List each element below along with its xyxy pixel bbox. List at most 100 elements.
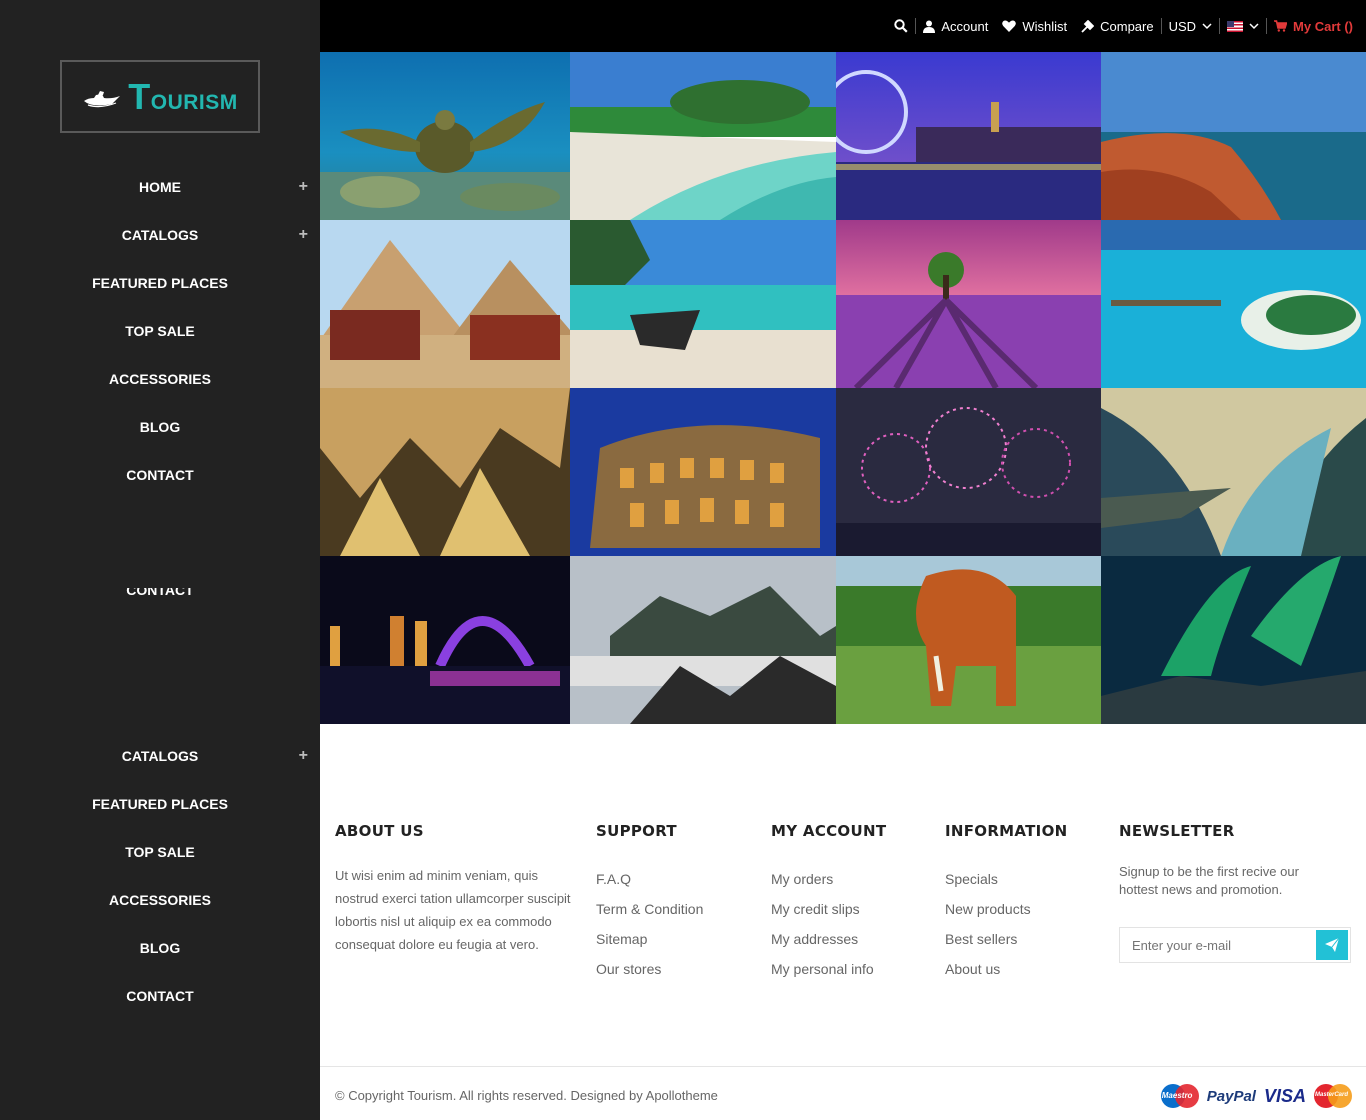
nav-item-label: ACCESSORIES [109, 371, 211, 387]
gallery-tile-london-eye-night[interactable] [836, 52, 1101, 220]
account-link[interactable]: Account [916, 19, 995, 34]
footer-bottom-bar: © Copyright Tourism. All rights reserved… [320, 1066, 1366, 1120]
newsletter-submit-button[interactable] [1316, 930, 1348, 960]
newsletter-email-input[interactable] [1120, 928, 1316, 962]
footer-link-our-stores[interactable]: Our stores [596, 954, 703, 984]
footer-support: SUPPORT F.A.Q Term & Condition Sitemap Our … [596, 822, 703, 984]
nav-item-blog[interactable]: BLOG [0, 403, 320, 451]
about-heading: ABOUT US [335, 822, 424, 840]
wishlist-link[interactable]: Wishlist [995, 19, 1074, 34]
nav2-item-top-sale[interactable]: TOP SALE [0, 828, 320, 876]
footer-link-term-condition[interactable]: Term & Condition [596, 894, 703, 924]
footer-link-sitemap[interactable]: Sitemap [596, 924, 703, 954]
footer-link-best-sellers[interactable]: Best sellers [945, 924, 1067, 954]
nav-item-label: FEATURED PLACES [92, 275, 228, 291]
nav-ghost-item: CONTACT [126, 588, 194, 598]
nav-item-label: TOP SALE [125, 844, 195, 860]
my-account-links: My orders My credit slips My addresses My p… [771, 864, 886, 984]
nav2-item-contact[interactable]: CONTACT [0, 972, 320, 1020]
nav-item-contact[interactable]: CONTACT [0, 451, 320, 499]
footer-link-my-orders[interactable]: My orders [771, 864, 886, 894]
language-selector[interactable] [1220, 20, 1266, 32]
account-label: Account [941, 18, 989, 34]
nav2-item-featured-places[interactable]: FEATURED PLACES [0, 780, 320, 828]
footer-link-my-personal-info[interactable]: My personal info [771, 954, 886, 984]
compare-icon [1081, 19, 1095, 33]
chevron-down-icon [1202, 22, 1212, 29]
nav-item-label: TOP SALE [125, 323, 195, 339]
currency-label: USD [1168, 18, 1197, 34]
expand-plus-icon[interactable]: + [299, 747, 308, 765]
gallery-tile-tropical-beach[interactable] [570, 52, 836, 220]
nav2-item-accessories[interactable]: ACCESSORIES [0, 876, 320, 924]
footer-link-my-addresses[interactable]: My addresses [771, 924, 886, 954]
nav-item-label: BLOG [139, 940, 181, 956]
visa-logo: VISA [1263, 1085, 1306, 1106]
destination-gallery [320, 52, 1366, 724]
support-heading: SUPPORT [596, 822, 677, 840]
heart-icon [1002, 20, 1017, 32]
footer-about: ABOUT US Ut wisi enim ad minim veniam, q… [335, 822, 571, 956]
support-links: F.A.Q Term & Condition Sitemap Our stores [596, 864, 703, 984]
us-flag-icon [1227, 20, 1244, 32]
sidebar: TOURISM HOME + CATALOGS + FEATURED PLACES TOP… [0, 0, 320, 1120]
footer-link-about-us[interactable]: About us [945, 954, 1067, 984]
gallery-tile-cave-stalactites[interactable] [320, 388, 570, 556]
footer-information: INFORMATION Specials New products Best sel… [945, 822, 1067, 984]
gallery-tile-colosseum-night[interactable] [570, 388, 836, 556]
user-icon [923, 20, 936, 33]
search-button[interactable] [887, 19, 915, 33]
currency-selector[interactable]: USD [1162, 19, 1219, 34]
search-icon [894, 19, 908, 33]
newsletter-text: Signup to be the first recive our hottes… [1119, 864, 1299, 897]
nav-item-top-sale[interactable]: TOP SALE [0, 307, 320, 355]
footer-newsletter: NEWSLETTER Signup to be the first recive… [1119, 822, 1351, 963]
gallery-tile-aurora[interactable] [1101, 556, 1366, 724]
top-bar: Account Wishlist Compare USD My Cart () [320, 0, 1366, 52]
wishlist-label: Wishlist [1022, 18, 1068, 34]
gallery-tile-sea-turtle[interactable] [320, 52, 570, 220]
payment-methods: Maestro PayPal VISA MasterCard [1160, 1084, 1352, 1108]
compare-label: Compare [1100, 18, 1154, 34]
my-account-heading: MY ACCOUNT [771, 822, 887, 840]
gallery-tile-lavender-field[interactable] [836, 220, 1101, 388]
gallery-tile-coastal-cliffs[interactable] [1101, 52, 1366, 220]
gallery-tile-fireworks-city[interactable] [836, 388, 1101, 556]
expand-plus-icon[interactable]: + [299, 226, 308, 244]
cart-link[interactable]: My Cart () [1267, 19, 1360, 34]
expand-plus-icon[interactable]: + [299, 178, 308, 196]
nav-item-home[interactable]: HOME + [0, 163, 320, 211]
newsletter-form [1119, 927, 1351, 963]
footer-link-new-products[interactable]: New products [945, 894, 1067, 924]
nav2-item-blog[interactable]: BLOG [0, 924, 320, 972]
gallery-tile-maldives-island[interactable] [1101, 220, 1366, 388]
compare-link[interactable]: Compare [1074, 19, 1160, 34]
site-logo[interactable]: TOURISM [60, 60, 260, 133]
nav-item-accessories[interactable]: ACCESSORIES [0, 355, 320, 403]
maestro-logo: Maestro [1160, 1084, 1199, 1108]
nav-item-label: ACCESSORIES [109, 892, 211, 908]
footer-link-my-credit-slips[interactable]: My credit slips [771, 894, 886, 924]
about-text: Ut wisi enim ad minim veniam, quis nostr… [335, 868, 571, 952]
mastercard-logo: MasterCard [1314, 1084, 1352, 1108]
gallery-tile-misty-mountains[interactable] [570, 556, 836, 724]
footer-link-f-a-q[interactable]: F.A.Q [596, 864, 703, 894]
main-nav: HOME + CATALOGS + FEATURED PLACES TOP SALE ACC… [0, 163, 320, 499]
nav-item-featured-places[interactable]: FEATURED PLACES [0, 259, 320, 307]
logo-text: TOURISM [128, 75, 238, 117]
gallery-tile-elephant[interactable] [836, 556, 1101, 724]
footer-link-specials[interactable]: Specials [945, 864, 1067, 894]
nav2-item-catalogs[interactable]: CATALOGS + [0, 732, 320, 780]
cart-icon [1274, 20, 1288, 32]
nav-item-label: CONTACT [126, 988, 194, 1004]
cart-label: My Cart () [1293, 18, 1353, 34]
gallery-tile-fjord-cliff[interactable] [1101, 388, 1366, 556]
gallery-tile-city-night-fountain[interactable] [320, 556, 570, 724]
nav-item-catalogs[interactable]: CATALOGS + [0, 211, 320, 259]
nav-item-label: CATALOGS [121, 227, 199, 243]
nav-item-label: CATALOGS [121, 748, 199, 764]
gallery-tile-pyramids-camels[interactable] [320, 220, 570, 388]
chevron-down-icon [1249, 22, 1259, 29]
nav-item-label: HOME [139, 179, 181, 195]
gallery-tile-longtail-boat[interactable] [570, 220, 836, 388]
